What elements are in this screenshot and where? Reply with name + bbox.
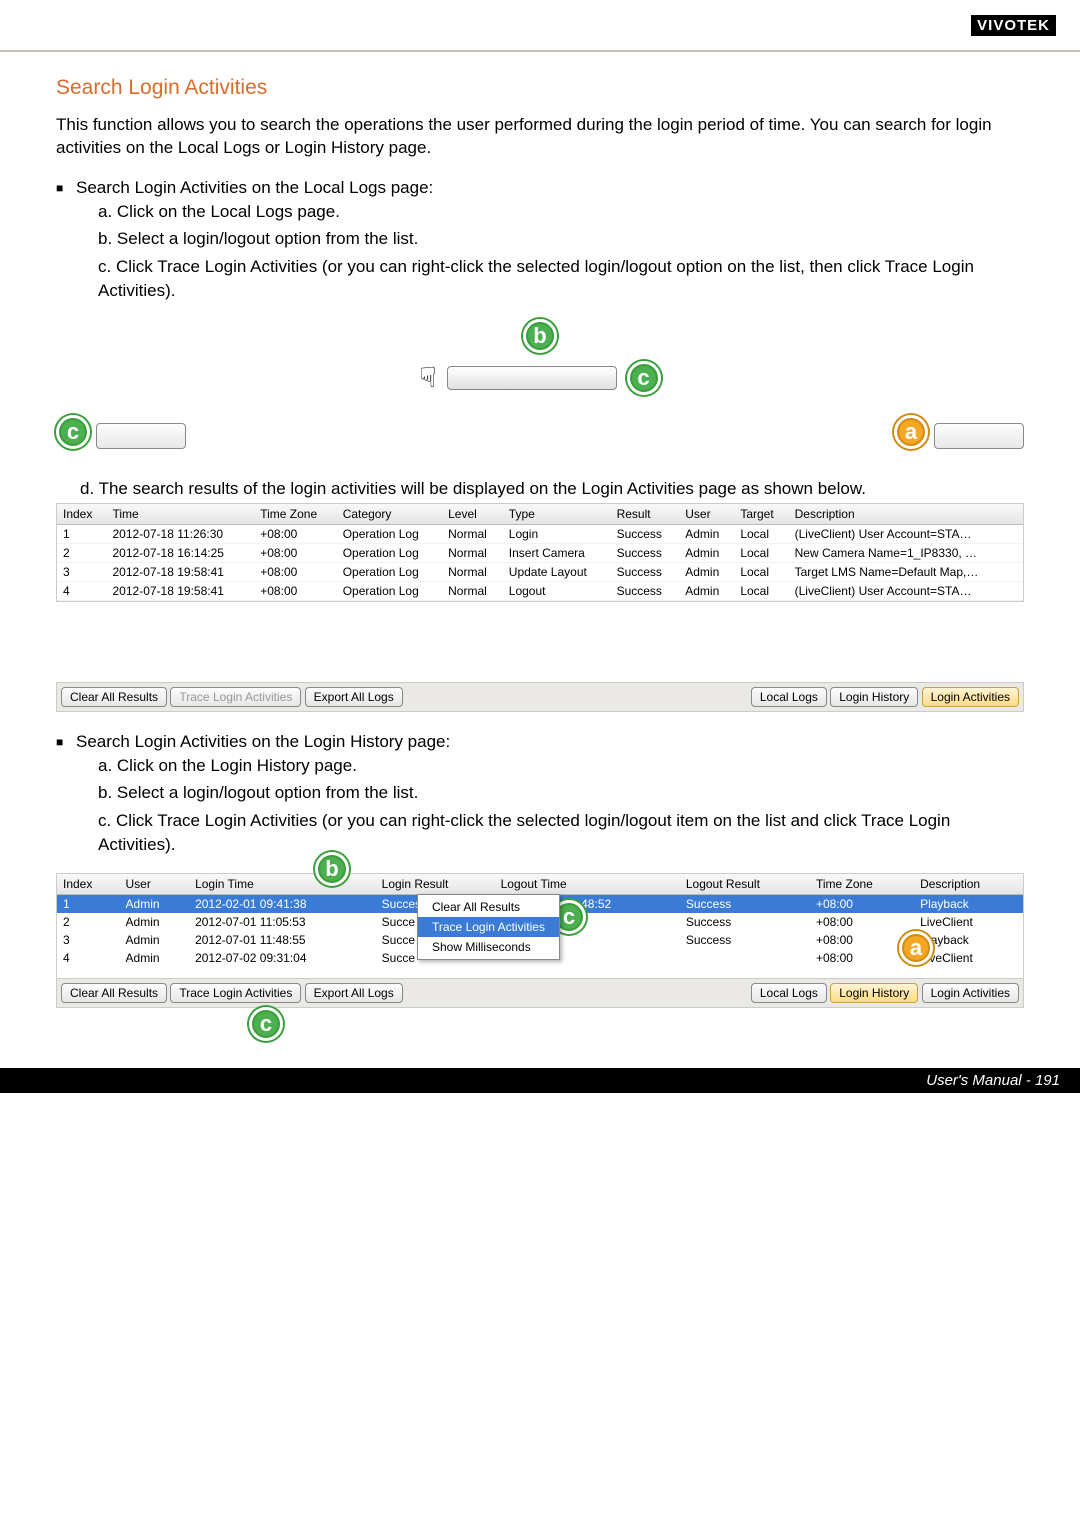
page-footer: User's Manual - 191 <box>0 1068 1080 1093</box>
col-header: Type <box>503 504 611 525</box>
callout-c-icon-1: c <box>627 361 661 395</box>
list1-title: Search Login Activities on the Local Log… <box>76 178 433 197</box>
col-header: Description <box>789 504 1023 525</box>
col-header: Logout Result <box>680 874 810 895</box>
callout-group-top: b ☟ c <box>56 319 1024 395</box>
ctx-trace[interactable]: Trace Login Activities <box>418 917 559 937</box>
table-row[interactable]: 12012-07-18 11:26:30+08:00Operation LogN… <box>57 524 1023 543</box>
trace-login-button-2[interactable]: Trace Login Activities <box>170 983 301 1003</box>
local-logs-instruction: Search Login Activities on the Local Log… <box>56 176 1024 303</box>
callout-c-icon-4: c <box>249 1007 283 1041</box>
step-2a: a. Click on the Login History page. <box>98 754 1024 778</box>
intro-paragraph: This function allows you to search the o… <box>56 114 1024 160</box>
col-header: Index <box>57 504 107 525</box>
fake-button-right <box>934 423 1024 449</box>
list2-title: Search Login Activities on the Login His… <box>76 732 450 751</box>
col-header: Category <box>337 504 442 525</box>
context-button-placeholder <box>447 366 617 390</box>
trace-login-button: Trace Login Activities <box>170 687 301 707</box>
login-history-wrap: b IndexUserLogin TimeLogin ResultLogout … <box>56 873 1024 1008</box>
local-logs-toolbar: Clear All Results Trace Login Activities… <box>56 682 1024 712</box>
col-header: Logout Time <box>495 874 680 895</box>
fake-button-left <box>96 423 186 449</box>
callout-c-icon-2: c <box>56 415 90 449</box>
ctx-clear[interactable]: Clear All Results <box>418 897 559 917</box>
local-logs-table: IndexTimeTime ZoneCategoryLevelTypeResul… <box>57 504 1023 601</box>
col-header: Result <box>611 504 680 525</box>
step-1b: b. Select a login/logout option from the… <box>98 227 1024 251</box>
step-2c: c. Click Trace Login Activities (or you … <box>98 809 1024 857</box>
tab-login-history[interactable]: Login History <box>830 687 918 707</box>
clear-results-button-2[interactable]: Clear All Results <box>61 983 167 1003</box>
clear-results-button[interactable]: Clear All Results <box>61 687 167 707</box>
col-header: Index <box>57 874 120 895</box>
step-1c: c. Click Trace Login Activities (or you … <box>98 255 1024 303</box>
col-header: Description <box>914 874 1023 895</box>
page-header: VIVOTEK <box>0 0 1080 52</box>
step-d: d. The search results of the login activ… <box>56 479 1024 499</box>
export-logs-button-2[interactable]: Export All Logs <box>305 983 403 1003</box>
col-header: Time Zone <box>810 874 914 895</box>
export-logs-button[interactable]: Export All Logs <box>305 687 403 707</box>
tab-login-history-2[interactable]: Login History <box>830 983 918 1003</box>
callout-a-icon-2: a <box>899 931 933 965</box>
local-logs-table-wrap: IndexTimeTime ZoneCategoryLevelTypeResul… <box>56 503 1024 602</box>
tab-login-activities-2[interactable]: Login Activities <box>922 983 1019 1003</box>
table-row[interactable]: 22012-07-18 16:14:25+08:00Operation LogN… <box>57 543 1023 562</box>
table-row[interactable]: 32012-07-18 19:58:41+08:00Operation LogN… <box>57 562 1023 581</box>
ctx-show-ms[interactable]: Show Milliseconds <box>418 937 559 957</box>
col-header: Login Time <box>189 874 376 895</box>
pointer-icon: ☟ <box>419 361 436 394</box>
tab-local-logs-2[interactable]: Local Logs <box>751 983 827 1003</box>
callout-a-icon-1: a <box>894 415 928 449</box>
login-history-instruction: Search Login Activities on the Login His… <box>56 730 1024 857</box>
section-title: Search Login Activities <box>56 76 1024 100</box>
col-header: Login Result <box>376 874 495 895</box>
step-1a: a. Click on the Local Logs page. <box>98 200 1024 224</box>
col-header: Time <box>107 504 255 525</box>
callout-b-icon-2: b <box>315 852 349 886</box>
col-header: Level <box>442 504 503 525</box>
col-header: Time Zone <box>254 504 336 525</box>
col-header: User <box>120 874 190 895</box>
tab-local-logs[interactable]: Local Logs <box>751 687 827 707</box>
login-history-toolbar: Clear All Results Trace Login Activities… <box>57 978 1023 1007</box>
callout-row-bottom: c a <box>56 415 1024 449</box>
callout-b-icon: b <box>523 319 557 353</box>
context-menu: Clear All Results Trace Login Activities… <box>417 894 560 960</box>
table-row[interactable]: 42012-07-18 19:58:41+08:00Operation LogN… <box>57 581 1023 600</box>
brand-label: VIVOTEK <box>971 15 1056 36</box>
tab-login-activities[interactable]: Login Activities <box>922 687 1019 707</box>
col-header: User <box>679 504 734 525</box>
col-header: Target <box>734 504 788 525</box>
step-2b: b. Select a login/logout option from the… <box>98 781 1024 805</box>
